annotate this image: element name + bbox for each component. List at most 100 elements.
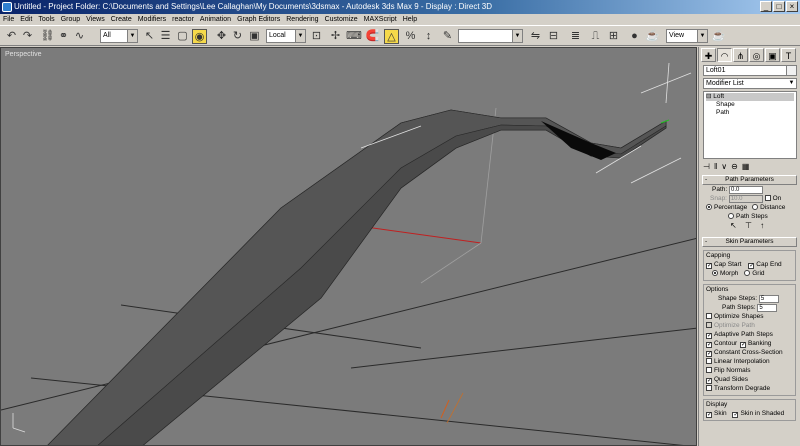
display-tab-icon[interactable]: ▣ [765,48,780,62]
modify-tab-icon[interactable]: ◠ [717,48,732,62]
optimize-shapes-checkbox[interactable] [706,313,712,319]
selection-filter-value: All [103,32,111,39]
render-type-dropdown[interactable]: View ▼ [666,29,708,43]
chevron-down-icon: ▼ [127,30,137,42]
curve-editor-icon[interactable]: ⎍ [588,29,603,44]
shape-steps-spinner[interactable]: 5 [758,295,779,303]
snaps-toggle-icon[interactable]: 🧲 [365,29,380,44]
show-end-result-icon[interactable]: ‖ [714,161,717,173]
select-and-move-icon[interactable]: ✥ [214,29,229,44]
edit-named-selection-icon[interactable]: ✎ [440,29,455,44]
selection-filter-dropdown[interactable]: All ▼ [100,29,138,43]
previous-shape-icon[interactable]: ⊤ [745,221,752,230]
menu-customize[interactable]: Customize [325,14,358,25]
pick-shape-icon[interactable]: ↖ [730,221,737,230]
utilities-tab-icon[interactable]: T [781,48,796,62]
select-and-manipulate-icon[interactable]: ✢ [328,29,343,44]
stack-item-path[interactable]: Path [706,109,794,117]
morph-radio[interactable] [712,270,718,276]
menu-group[interactable]: Group [61,14,80,25]
maximize-button[interactable]: □ [773,1,785,12]
flip-normals-checkbox[interactable] [706,367,712,373]
select-by-name-icon[interactable]: ☰ [158,29,173,44]
menu-animation[interactable]: Animation [200,14,231,25]
minimize-button[interactable]: _ [760,1,772,12]
path-steps-label: Path Steps [736,213,768,220]
mirror-icon[interactable]: ⇋ [528,29,543,44]
motion-tab-icon[interactable]: ◎ [749,48,764,62]
object-name-field[interactable]: Loft01 [703,65,797,76]
menu-graph-editors[interactable]: Graph Editors [237,14,280,25]
skin-in-shaded-checkbox[interactable]: ✓ [732,412,739,418]
snap-value-spinner[interactable]: 10.0 [728,195,763,203]
linear-interpolation-checkbox[interactable] [706,358,712,364]
redo-icon[interactable]: ↷ [20,29,35,44]
menu-views[interactable]: Views [86,14,105,25]
skin-checkbox[interactable]: ✓ [706,412,712,418]
path-steps-spinner[interactable]: 5 [757,304,778,312]
distance-radio[interactable] [752,204,759,210]
menu-rendering[interactable]: Rendering [286,14,318,25]
menu-create[interactable]: Create [111,14,132,25]
undo-icon[interactable]: ↶ [4,29,19,44]
select-and-scale-icon[interactable]: ▣ [247,29,262,44]
select-object-icon[interactable]: ↖ [142,29,157,44]
menu-modifiers[interactable]: Modifiers [138,14,166,25]
menu-file[interactable]: File [3,14,14,25]
keyboard-shortcut-override-icon[interactable]: ⌨ [346,29,362,44]
stack-item-shape[interactable]: Shape [706,101,794,109]
rectangular-selection-icon[interactable]: ▢ [175,29,190,44]
quick-render-icon[interactable]: ☕ [711,29,726,44]
select-and-link-icon[interactable]: ⛓ [40,29,55,44]
title-bar: Untitled - Project Folder: C:\Documents … [0,0,800,14]
reference-coordinate-dropdown[interactable]: Local ▼ [266,29,306,43]
schematic-view-icon[interactable]: ⊞ [606,29,621,44]
window-title: Untitled - Project Folder: C:\Documents … [14,2,492,11]
percentage-radio[interactable] [706,204,712,210]
select-and-rotate-icon[interactable]: ↻ [230,29,245,44]
flip-normals-row: Flip Normals [706,366,793,375]
next-shape-icon[interactable]: ↑ [760,221,764,230]
path-steps-radio[interactable] [728,213,734,219]
bind-to-space-warp-icon[interactable]: ∿ [72,29,87,44]
pivot-center-icon[interactable]: ⊡ [309,29,324,44]
hierarchy-tab-icon[interactable]: ⋔ [733,48,748,62]
path-parameters-header[interactable]: - Path Parameters [702,175,797,185]
render-scene-icon[interactable]: ☕ [645,29,660,44]
app-icon[interactable] [2,2,12,12]
material-editor-icon[interactable]: ● [627,29,642,44]
modifier-list-dropdown[interactable]: Modifier List ▼ [703,78,797,89]
menu-reactor[interactable]: reactor [172,14,194,25]
snap-on-checkbox[interactable] [764,195,771,201]
menu-maxscript[interactable]: MAXScript [364,14,397,25]
modifier-stack[interactable]: ⊟ Loft Shape Path [703,91,797,159]
window-crossing-icon[interactable]: ◉ [192,29,207,44]
viewport-label[interactable]: Perspective [5,51,42,58]
named-selection-sets-dropdown[interactable]: ▼ [458,29,523,43]
remove-modifier-icon[interactable]: ⊖ [731,161,738,173]
optimize-shapes-label: Optimize Shapes [714,313,764,320]
close-button[interactable]: × [786,1,798,12]
skin-parameters-header[interactable]: - Skin Parameters [702,237,797,247]
configure-sets-icon[interactable]: ▦ [742,161,750,173]
pin-stack-icon[interactable]: ⊣ [703,161,710,173]
make-unique-icon[interactable]: ∨ [721,161,727,173]
stack-item-loft[interactable]: ⊟ Loft [706,93,794,101]
optimize-path-checkbox[interactable] [706,322,712,328]
layer-manager-icon[interactable]: ≣ [568,29,583,44]
spinner-snap-icon[interactable]: ↕ [421,29,436,44]
menu-edit[interactable]: Edit [20,14,32,25]
angle-snap-icon[interactable]: △ [384,29,399,44]
linear-interpolation-row: Linear Interpolation [706,357,793,366]
percent-snap-icon[interactable]: % [403,29,418,44]
create-tab-icon[interactable]: ✚ [701,48,716,62]
unlink-icon[interactable]: ⚭ [56,29,71,44]
transform-degrade-checkbox[interactable] [706,385,712,391]
path-value-spinner[interactable]: 0.0 [729,186,763,194]
perspective-viewport[interactable]: Perspective [0,47,697,446]
object-color-swatch[interactable] [786,65,797,76]
grid-radio[interactable] [744,270,751,276]
menu-help[interactable]: Help [403,14,417,25]
menu-tools[interactable]: Tools [38,14,54,25]
align-icon[interactable]: ⊟ [546,29,561,44]
